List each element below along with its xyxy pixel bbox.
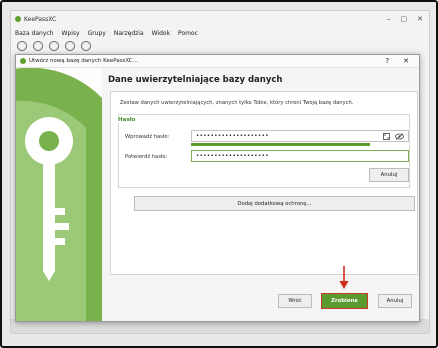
main-window-title: KeePassXC [24, 15, 57, 23]
main-title-bar: KeePassXC – ▢ ✕ [11, 11, 429, 27]
toolbar [11, 39, 429, 53]
page-heading: Dane uwierzytelniające bazy danych [108, 75, 283, 85]
menu-entries[interactable]: Wpisy [61, 30, 79, 37]
wizard-side-banner [16, 68, 102, 321]
add-protection-button[interactable]: Dodaj dodatkową ochronę... [134, 196, 415, 211]
main-window-controls: – ▢ ✕ [387, 15, 429, 23]
password-value: •••••••••••••••••••• [196, 133, 269, 139]
menu-groups[interactable]: Grupy [88, 30, 106, 37]
credentials-panel: Zestaw danych uwierzytelniających, znany… [110, 91, 418, 275]
toolbar-icon[interactable] [49, 41, 59, 51]
confirm-password-field[interactable]: •••••••••••••••••••• [191, 150, 409, 162]
eye-slash-icon[interactable] [395, 133, 404, 140]
done-button[interactable]: Zrobione [321, 293, 368, 309]
arrow-down-icon [339, 266, 349, 289]
confirm-password-value: •••••••••••••••••••• [196, 153, 269, 159]
back-button[interactable]: Wróć [278, 294, 312, 308]
password-group-label: Hasło [117, 117, 137, 123]
maximize-icon[interactable]: ▢ [401, 15, 408, 23]
menu-help[interactable]: Pomoc [178, 30, 198, 37]
dialog-title-bar: Utwórz nową bazę danych KeePassXC... ? ✕ [16, 55, 419, 68]
toolbar-icon[interactable] [33, 41, 43, 51]
confirm-password-label: Potwierdź hasło: [125, 154, 168, 160]
menu-database[interactable]: Baza danych [15, 30, 53, 37]
new-database-dialog: Utwórz nową bazę danych KeePassXC... ? ✕… [15, 54, 420, 322]
password-field[interactable]: •••••••••••••••••••• [191, 130, 409, 142]
menu-view[interactable]: Widok [152, 30, 170, 37]
dialog-title: Utwórz nową bazę danych KeePassXC... [29, 58, 138, 64]
toolbar-icon[interactable] [17, 41, 27, 51]
toolbar-icon[interactable] [81, 41, 91, 51]
menu-tools[interactable]: Narzędzia [114, 30, 144, 37]
app-logo-icon [15, 16, 21, 22]
password-field-icons [383, 132, 404, 141]
close-icon[interactable]: ✕ [417, 15, 423, 23]
dialog-controls: ? ✕ [385, 57, 419, 65]
cancel-field-button[interactable]: Anuluj [369, 168, 409, 182]
menu-bar: Baza danych Wpisy Grupy Narzędzia Widok … [11, 27, 429, 39]
password-label: Wprowadź hasło: [125, 134, 170, 140]
minimize-icon[interactable]: – [387, 15, 391, 23]
cancel-button[interactable]: Anuluj [378, 294, 412, 308]
credentials-description: Zestaw danych uwierzytelniających, znany… [120, 100, 354, 106]
screenshot-frame: KeePassXC – ▢ ✕ Baza danych Wpisy Grupy … [0, 0, 438, 348]
key-logo-icon [16, 68, 102, 321]
password-generator-icon[interactable] [383, 133, 390, 140]
help-button[interactable]: ? [385, 57, 389, 65]
toolbar-icon[interactable] [65, 41, 75, 51]
dialog-close-icon[interactable]: ✕ [403, 57, 409, 65]
password-strength-bar [191, 143, 370, 146]
keepassxc-logo-icon [20, 58, 26, 64]
